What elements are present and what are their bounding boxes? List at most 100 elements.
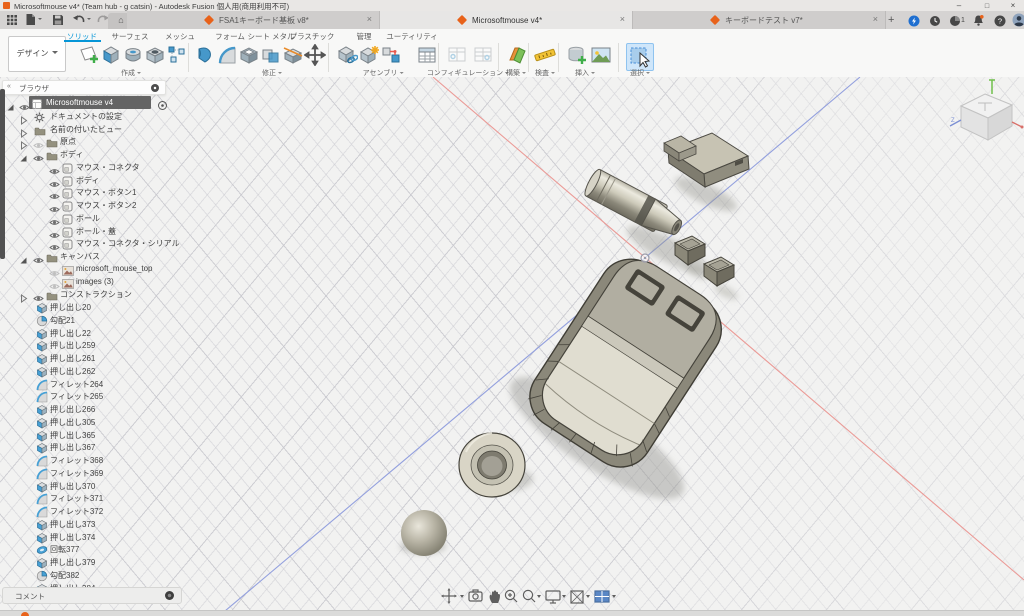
mouse-body-part[interactable] — [517, 244, 736, 481]
orbit-dropdown-caret[interactable] — [460, 595, 464, 598]
save-icon[interactable] — [52, 13, 64, 27]
timeline-feature[interactable]: フィレット265 — [0, 390, 230, 402]
timeline-feature[interactable]: フィレット369 — [0, 467, 230, 479]
close-tab-icon[interactable] — [367, 14, 372, 24]
extensions-icon[interactable] — [949, 14, 961, 26]
3d-viewport[interactable]: Z ブラウザ Microsoftmouse v4ドキュメントの設定名前の付いたビ… — [0, 77, 1024, 616]
hole-icon[interactable] — [144, 44, 166, 68]
timeline-feature[interactable]: 押し出し20 — [0, 301, 230, 313]
browser-item[interactable]: 原点 — [0, 135, 230, 147]
minimize-button[interactable] — [948, 0, 970, 11]
timeline-feature[interactable]: 押し出し365 — [0, 429, 230, 441]
timeline-feature[interactable]: 押し出し305 — [0, 416, 230, 428]
browser-item[interactable]: ボール — [0, 212, 230, 224]
undo-icon[interactable] — [72, 13, 85, 27]
ribbon-tab-6[interactable]: 管理 — [357, 31, 372, 42]
insert-canvas-icon[interactable] — [590, 44, 612, 68]
file-menu-icon[interactable] — [25, 13, 36, 27]
viewports-dropdown-caret[interactable] — [612, 595, 616, 598]
maximize-button[interactable] — [976, 0, 998, 11]
revolve-icon[interactable] — [122, 44, 144, 68]
measure-icon[interactable] — [534, 44, 556, 68]
timeline-feature[interactable]: 押し出し261 — [0, 352, 230, 364]
timeline-feature[interactable]: 勾配382 — [0, 569, 230, 581]
zoom-window-icon[interactable] — [523, 590, 535, 602]
shell-icon[interactable] — [238, 44, 260, 68]
timeline-bar[interactable] — [0, 610, 1024, 616]
browser-settings-icon[interactable] — [151, 84, 159, 92]
pan-icon[interactable] — [490, 590, 500, 603]
configuration-table-icon[interactable] — [472, 44, 494, 68]
new-tab-button[interactable] — [888, 14, 894, 26]
grid-dropdown-caret[interactable] — [586, 595, 590, 598]
timeline-feature[interactable]: 押し出し266 — [0, 403, 230, 415]
new-component-icon[interactable] — [336, 44, 358, 68]
browser-item[interactable]: コンストラクション — [0, 288, 230, 300]
timeline-feature[interactable]: 押し出し374 — [0, 531, 230, 543]
ball-cover-part[interactable] — [459, 433, 525, 497]
combine-icon[interactable] — [260, 44, 282, 68]
close-tab-icon[interactable] — [873, 14, 878, 24]
zoom-dropdown-caret[interactable] — [537, 595, 541, 598]
origin-marker[interactable] — [641, 254, 649, 262]
insert-decal-icon[interactable] — [566, 44, 588, 68]
ribbon-tab-5[interactable]: プラスチック — [290, 31, 335, 42]
browser-item[interactable]: 名前の付いたビュー — [0, 123, 230, 135]
history-clock-icon[interactable] — [929, 14, 941, 26]
joint-icon[interactable] — [358, 44, 380, 68]
parameters-table-icon[interactable] — [416, 44, 438, 68]
timeline-feature[interactable]: 押し出し259 — [0, 339, 230, 351]
bell-icon[interactable] — [972, 14, 984, 26]
timeline-feature[interactable]: 回転377 — [0, 543, 230, 555]
press-pull-icon[interactable] — [194, 44, 216, 68]
browser-item[interactable]: マウス・ボタン2 — [0, 199, 230, 211]
browser-item[interactable]: ボディ — [0, 148, 230, 160]
construct-plane-icon[interactable] — [506, 44, 528, 68]
move-icon[interactable] — [304, 44, 326, 68]
ribbon-tab-1[interactable]: サーフェス — [111, 31, 148, 42]
ribbon-tab-3[interactable]: フォーム — [215, 31, 245, 42]
help-icon[interactable]: ? — [994, 14, 1006, 26]
job-status-icon[interactable] — [908, 14, 920, 26]
user-avatar[interactable] — [1012, 13, 1024, 25]
viewports-icon[interactable] — [595, 591, 609, 602]
ribbon-tab-2[interactable]: メッシュ — [165, 31, 195, 42]
select-tool-icon[interactable] — [626, 43, 654, 71]
orbit-icon[interactable] — [441, 588, 457, 604]
timeline-feature[interactable]: 押し出し22 — [0, 327, 230, 339]
timeline-feature[interactable]: 押し出し370 — [0, 480, 230, 492]
configuration-icon[interactable] — [446, 44, 468, 68]
ribbon-tab-4[interactable]: シート メタル — [247, 31, 294, 42]
doc-tab-keyboard-test[interactable]: キーボードテスト v7* — [633, 11, 886, 29]
browser-item[interactable]: マウス・コネクタ・シリアル — [0, 237, 230, 249]
browser-item[interactable]: ボディ — [0, 174, 230, 186]
timeline-feature[interactable]: 押し出し379 — [0, 556, 230, 568]
timeline-marker-icon[interactable] — [21, 612, 29, 616]
zoom-icon[interactable] — [505, 590, 517, 602]
browser-item[interactable]: microsoft_mouse_top — [0, 263, 230, 275]
timeline-feature[interactable]: 押し出し367 — [0, 441, 230, 453]
timeline-feature[interactable]: フィレット264 — [0, 378, 230, 390]
timeline-feature[interactable]: 勾配21 — [0, 314, 230, 326]
display-dropdown-caret[interactable] — [562, 595, 566, 598]
display-settings-icon[interactable] — [546, 591, 560, 603]
split-body-icon[interactable] — [282, 44, 304, 68]
comments-icon[interactable] — [165, 591, 174, 600]
browser-item[interactable]: ボール・蓋 — [0, 225, 230, 237]
browser-item[interactable]: Microsoftmouse v4 — [0, 97, 230, 109]
timeline-feature[interactable]: フィレット372 — [0, 505, 230, 517]
timeline-feature[interactable]: 押し出し373 — [0, 518, 230, 530]
create-pattern-icon[interactable] — [166, 44, 188, 68]
design-workspace-selector[interactable]: デザイン — [8, 36, 66, 72]
browser-panel-header[interactable]: ブラウザ — [2, 80, 166, 95]
timeline-feature[interactable]: フィレット371 — [0, 492, 230, 504]
ball-part[interactable] — [401, 510, 447, 556]
look-at-icon[interactable] — [469, 590, 482, 601]
fillet-icon[interactable] — [216, 44, 238, 68]
doc-tab-fsa1[interactable]: FSA1キーボード基板 v8* — [127, 11, 380, 29]
ribbon-tab-7[interactable]: ユーティリティ — [386, 31, 438, 42]
create-sketch-icon[interactable] — [78, 44, 100, 68]
collapse-browser-icon[interactable] — [7, 83, 11, 90]
browser-item[interactable]: マウス・ボタン1 — [0, 186, 230, 198]
browser-item[interactable]: マウス・コネクタ — [0, 161, 230, 173]
